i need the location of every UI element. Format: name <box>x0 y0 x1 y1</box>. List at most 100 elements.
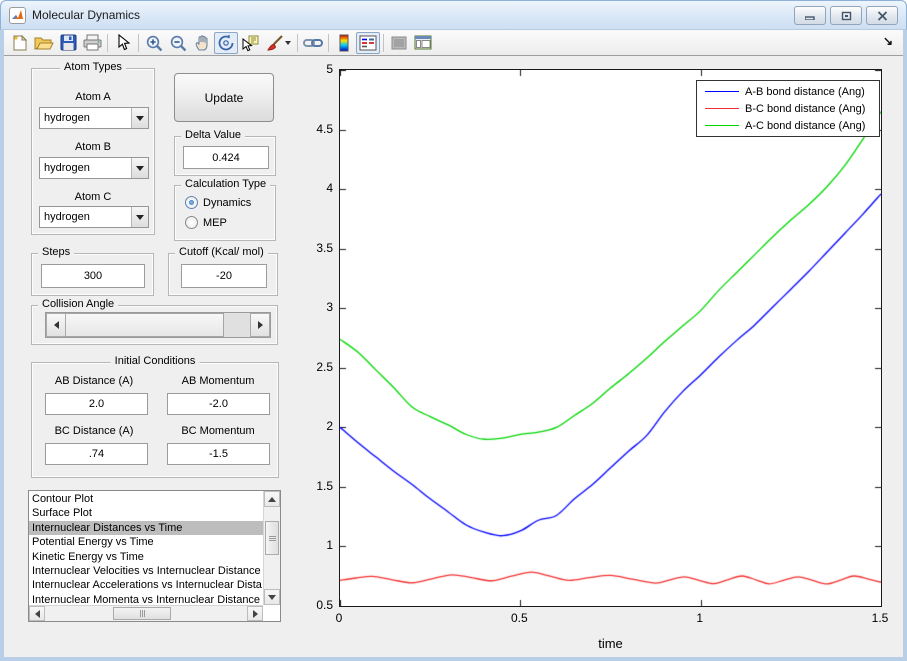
cutoff-panel: Cutoff (Kcal/ mol) <box>168 246 278 296</box>
rotate-3d-icon[interactable] <box>214 31 238 54</box>
window-title: Molecular Dynamics <box>32 8 141 22</box>
arrow-down-icon <box>268 594 276 600</box>
list-item[interactable]: Surface Plot <box>29 506 263 520</box>
list-item[interactable]: Potential Energy vs Time <box>29 535 263 549</box>
legend-entry: A-B bond distance (Ang) <box>697 83 879 100</box>
collision-angle-panel: Collision Angle <box>31 298 278 345</box>
arrow-right-icon <box>252 609 258 618</box>
dynamics-label: Dynamics <box>203 196 252 209</box>
list-item[interactable]: Internuclear Distances vs Time <box>29 520 263 536</box>
insert-legend-icon[interactable] <box>356 31 380 54</box>
arrow-left-icon <box>53 321 59 329</box>
legend-entry: B-C bond distance (Ang) <box>697 100 879 117</box>
list-item[interactable]: Internuclear Momenta vs Internuclear Dis… <box>29 593 263 605</box>
atom-c-dropdown[interactable]: hydrogen <box>39 206 149 228</box>
horizontal-scroll-thumb[interactable] <box>113 607 171 620</box>
plot-area[interactable] <box>339 69 882 607</box>
link-plot-icon[interactable] <box>301 32 325 54</box>
pointer-icon[interactable] <box>111 32 135 54</box>
x-tick-label: 0 <box>335 611 343 625</box>
brush-icon[interactable] <box>262 32 294 54</box>
legend-line-sample <box>705 108 739 109</box>
pan-icon[interactable] <box>190 32 214 54</box>
slider-thumb[interactable] <box>66 313 224 337</box>
toolbar-separator <box>328 33 329 52</box>
new-file-icon[interactable] <box>8 32 32 54</box>
ab-momentum-field[interactable] <box>167 393 270 415</box>
list-item[interactable]: Contour Plot <box>29 492 263 506</box>
delta-value-field[interactable] <box>183 146 269 169</box>
delta-value-panel: Delta Value <box>174 129 276 176</box>
slider-left-arrow[interactable] <box>46 313 66 337</box>
slider-track[interactable] <box>224 313 250 337</box>
data-cursor-icon[interactable] <box>238 32 262 54</box>
legend-line-sample <box>705 91 739 92</box>
zoom-in-icon[interactable] <box>142 32 166 54</box>
y-tick-label: 4 <box>326 181 333 196</box>
atom-b-dropdown[interactable]: hydrogen <box>39 157 149 179</box>
chevron-down-icon <box>136 165 144 171</box>
minimize-button[interactable] <box>794 6 826 25</box>
scroll-down-button[interactable] <box>264 589 280 605</box>
close-button[interactable] <box>866 6 898 25</box>
bc-distance-label: BC Distance (A) <box>54 425 134 437</box>
y-tick-label: 4.5 <box>316 121 333 136</box>
bc-distance-field[interactable] <box>45 443 148 465</box>
scroll-right-button[interactable] <box>247 606 263 621</box>
figure-toolbar: ↘ <box>4 30 903 56</box>
dropdown-button[interactable] <box>131 108 148 128</box>
x-tick-label: 0.5 <box>510 611 528 625</box>
save-icon[interactable] <box>56 32 80 54</box>
y-tick-label: 1 <box>326 538 333 553</box>
zoom-out-icon[interactable] <box>166 32 190 54</box>
arrow-right-icon <box>257 321 263 329</box>
atom-b-value: hydrogen <box>44 162 90 174</box>
collision-angle-title: Collision Angle <box>38 298 119 310</box>
brush-dropdown-caret[interactable] <box>284 40 291 45</box>
atom-c-label: Atom C <box>74 191 112 203</box>
cutoff-field[interactable] <box>181 264 267 288</box>
scroll-up-button[interactable] <box>264 491 280 507</box>
initial-conditions-title: Initial Conditions <box>110 355 200 367</box>
chevron-down-icon <box>136 115 144 121</box>
horizontal-scrollbar[interactable] <box>29 605 263 621</box>
scroll-left-button[interactable] <box>29 606 45 621</box>
atom-types-title: Atom Types <box>60 61 126 73</box>
dropdown-button[interactable] <box>131 158 148 178</box>
initial-conditions-panel: Initial Conditions AB Distance (A) AB Mo… <box>31 355 279 478</box>
ab-distance-label: AB Distance (A) <box>54 375 134 387</box>
list-item[interactable]: Internuclear Accelerations vs Internucle… <box>29 578 263 592</box>
bc-momentum-field[interactable] <box>167 443 270 465</box>
title-bar[interactable]: Molecular Dynamics <box>0 0 907 30</box>
dropdown-button[interactable] <box>131 207 148 227</box>
x-tick-label: 1.5 <box>871 611 889 625</box>
toolbar-separator <box>107 33 108 52</box>
atom-types-panel: Atom Types Atom A hydrogen Atom B hydrog… <box>31 61 155 235</box>
arrow-left-icon <box>34 609 40 618</box>
radio-unselected-icon[interactable] <box>185 216 198 229</box>
dynamics-radio[interactable]: Dynamics <box>185 196 251 209</box>
update-button[interactable]: Update <box>174 73 274 122</box>
show-plot-tools-icon[interactable] <box>411 32 435 54</box>
plot-legend[interactable]: A-B bond distance (Ang) B-C bond distance… <box>696 80 880 137</box>
steps-field[interactable] <box>41 264 145 288</box>
plot-type-listbox[interactable]: Contour Plot Surface Plot Internuclear Dis… <box>28 490 281 622</box>
vertical-scroll-thumb[interactable] <box>265 521 279 555</box>
insert-colorbar-icon[interactable] <box>332 32 356 54</box>
open-file-icon[interactable] <box>32 32 56 54</box>
ab-distance-field[interactable] <box>45 393 148 415</box>
list-item[interactable]: Internuclear Velocities vs Internuclear … <box>29 564 263 578</box>
slider-right-arrow[interactable] <box>250 313 270 337</box>
list-item[interactable]: Kinetic Energy vs Time <box>29 550 263 564</box>
vertical-scrollbar[interactable] <box>263 491 280 605</box>
mep-label: MEP <box>203 216 227 229</box>
restore-button[interactable] <box>830 6 862 25</box>
hide-plot-tools-icon[interactable] <box>387 32 411 54</box>
chart-canvas[interactable] <box>340 70 881 606</box>
mep-radio[interactable]: MEP <box>185 216 227 229</box>
print-icon[interactable] <box>80 32 104 54</box>
collision-angle-slider[interactable] <box>45 312 271 338</box>
dock-figure-arrow-icon[interactable]: ↘ <box>883 34 893 48</box>
atom-a-dropdown[interactable]: hydrogen <box>39 107 149 129</box>
radio-selected-icon[interactable] <box>185 196 198 209</box>
